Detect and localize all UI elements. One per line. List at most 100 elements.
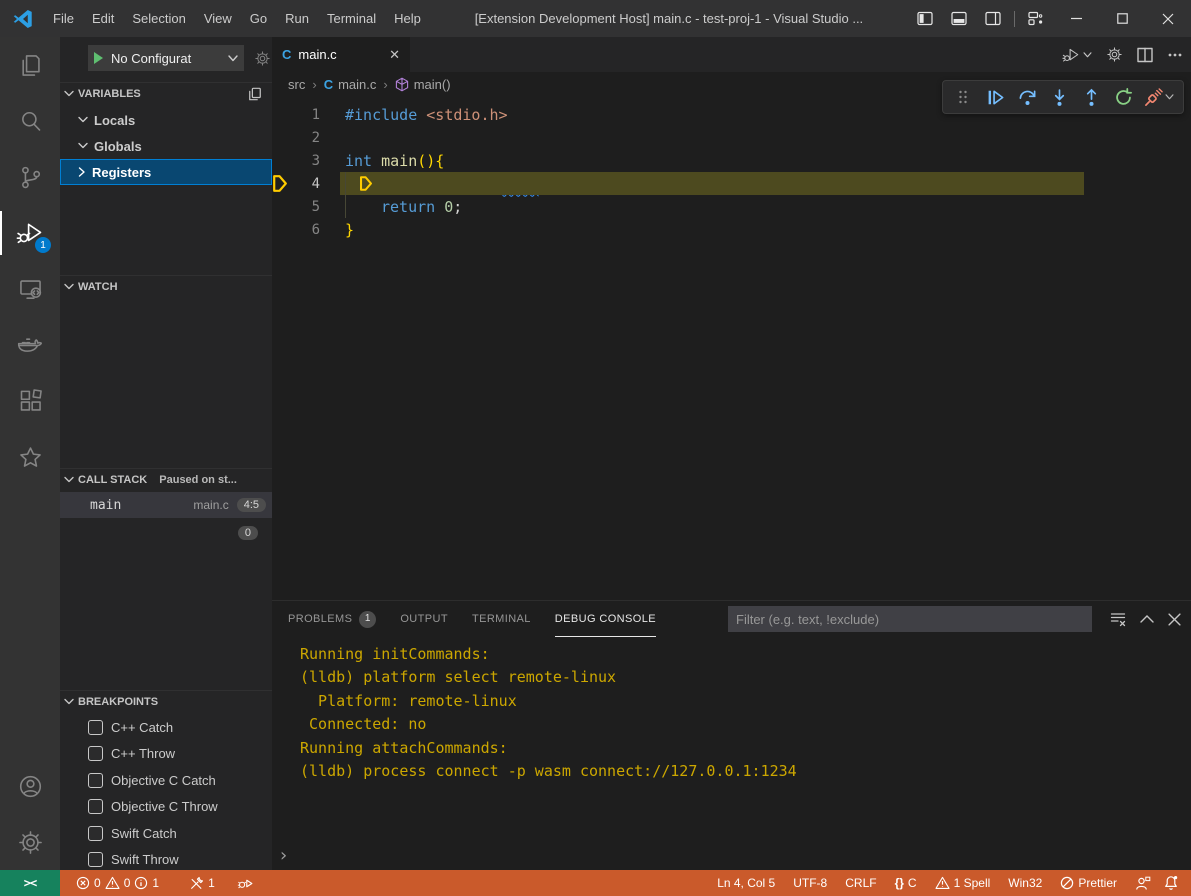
start-debug-icon[interactable] <box>94 52 103 64</box>
language-mode[interactable]: {} C <box>889 870 923 896</box>
close-panel-icon[interactable] <box>1168 613 1181 626</box>
call-stack-frame-row[interactable]: main main.c 4:5 <box>60 492 272 518</box>
tab-debug-console[interactable]: DEBUG CONSOLE <box>555 601 656 637</box>
watch-section-header[interactable]: WATCH <box>60 275 272 297</box>
checkbox[interactable] <box>88 720 103 735</box>
variables-item-globals[interactable]: Globals <box>60 133 272 159</box>
encoding[interactable]: UTF-8 <box>787 870 833 896</box>
docker-icon[interactable] <box>0 317 60 373</box>
launch-config-gear-icon[interactable] <box>254 50 271 67</box>
platform-target[interactable]: Win32 <box>1002 870 1048 896</box>
minimize-button[interactable] <box>1053 0 1099 37</box>
tab-close-icon[interactable]: ✕ <box>389 47 400 63</box>
marketplace-star-icon[interactable] <box>0 429 60 485</box>
breakpoint-row[interactable]: C++ Throw <box>60 740 272 766</box>
remote-indicator[interactable]: >< <box>0 870 60 896</box>
checkbox[interactable] <box>88 799 103 814</box>
ports-status[interactable]: 1 <box>183 870 221 896</box>
tab-main-c[interactable]: C main.c ✕ <box>272 37 410 72</box>
maximize-button[interactable] <box>1099 0 1145 37</box>
remote-explorer-icon[interactable] <box>0 261 60 317</box>
formatter-status[interactable]: Prettier <box>1054 870 1123 896</box>
line-number[interactable]: 5 <box>290 199 320 215</box>
code-line-5[interactable]: 5 return 0; <box>272 195 1191 218</box>
call-stack-thread-row[interactable]: 0 <box>60 520 272 546</box>
breakpoint-row[interactable]: C++ Catch <box>60 714 272 740</box>
notifications-bell-icon[interactable] <box>1157 870 1185 896</box>
breakpoint-row[interactable]: Objective C Throw <box>60 793 272 819</box>
editor-settings-gear-icon[interactable] <box>1106 46 1123 63</box>
toggle-secondary-sidebar-icon[interactable] <box>976 0 1010 37</box>
problems-status[interactable]: 0 0 1 <box>70 870 165 896</box>
run-debug-icon[interactable]: 1 <box>0 205 60 261</box>
debug-config-dropdown[interactable]: No Configurat <box>88 45 244 71</box>
more-actions-icon[interactable] <box>1167 47 1183 63</box>
menu-help[interactable]: Help <box>385 0 430 37</box>
tab-terminal[interactable]: TERMINAL <box>472 601 531 637</box>
checkbox[interactable] <box>88 773 103 788</box>
checkbox[interactable] <box>88 852 103 867</box>
search-icon[interactable] <box>0 93 60 149</box>
glyph-margin[interactable] <box>272 149 290 172</box>
code-line-6[interactable]: 6 } <box>272 218 1191 241</box>
code-line-2[interactable]: 2 <box>272 126 1191 149</box>
glyph-margin[interactable] <box>272 172 290 195</box>
menu-selection[interactable]: Selection <box>123 0 194 37</box>
toggle-panel-icon[interactable] <box>942 0 976 37</box>
glyph-margin[interactable] <box>272 126 290 149</box>
breakpoint-row[interactable]: Objective C Catch <box>60 767 272 793</box>
copy-icon[interactable] <box>248 87 262 101</box>
maximize-panel-icon[interactable] <box>1140 614 1154 624</box>
clear-console-icon[interactable] <box>1110 611 1126 627</box>
code-line-4-current[interactable]: 4 printf("hello wamr-ide\n"); <box>272 172 1191 195</box>
code-line-1[interactable]: 1 #include <stdio.h> <box>272 103 1191 126</box>
feedback-person-icon[interactable] <box>1129 870 1157 896</box>
breadcrumb-src[interactable]: src <box>288 77 305 92</box>
line-number[interactable]: 2 <box>290 130 320 146</box>
console-filter-input[interactable] <box>728 606 1092 632</box>
run-or-debug-button[interactable] <box>1062 46 1092 64</box>
menu-run[interactable]: Run <box>276 0 318 37</box>
eol-sequence[interactable]: CRLF <box>839 870 882 896</box>
line-number[interactable]: 3 <box>290 153 320 169</box>
explorer-icon[interactable] <box>0 37 60 93</box>
checkbox[interactable] <box>88 746 103 761</box>
breakpoint-row[interactable]: Swift Catch <box>60 820 272 846</box>
glyph-margin[interactable] <box>272 218 290 241</box>
settings-gear-icon[interactable] <box>0 814 60 870</box>
cursor-position[interactable]: Ln 4, Col 5 <box>711 870 781 896</box>
line-number[interactable]: 4 <box>290 176 320 192</box>
code-line-3[interactable]: 3 int main(){ <box>272 149 1191 172</box>
menu-edit[interactable]: Edit <box>83 0 123 37</box>
debug-status[interactable] <box>231 870 260 896</box>
breadcrumb-file[interactable]: C main.c <box>324 77 377 92</box>
menu-go[interactable]: Go <box>241 0 276 37</box>
glyph-margin[interactable] <box>272 195 290 218</box>
variables-item-locals[interactable]: Locals <box>60 107 272 133</box>
menu-view[interactable]: View <box>195 0 241 37</box>
checkbox[interactable] <box>88 826 103 841</box>
call-stack-section-header[interactable]: CALL STACK Paused on st... <box>60 468 272 490</box>
code-editor[interactable]: 1 #include <stdio.h> 2 3 int main(){ <box>272 96 1191 600</box>
breakpoint-row[interactable]: Swift Throw <box>60 846 272 870</box>
menu-terminal[interactable]: Terminal <box>318 0 385 37</box>
variables-section-header[interactable]: VARIABLES <box>60 82 272 104</box>
line-number[interactable]: 1 <box>290 107 320 123</box>
split-editor-icon[interactable] <box>1137 47 1153 63</box>
tab-output[interactable]: OUTPUT <box>400 601 448 637</box>
accounts-icon[interactable] <box>0 758 60 814</box>
breadcrumb-symbol[interactable]: main() <box>395 77 451 92</box>
close-button[interactable] <box>1145 0 1191 37</box>
spell-checker-status[interactable]: 1 Spell <box>929 870 997 896</box>
extensions-icon[interactable] <box>0 373 60 429</box>
toggle-primary-sidebar-icon[interactable] <box>908 0 942 37</box>
tab-problems[interactable]: PROBLEMS 1 <box>288 601 376 637</box>
breakpoints-section-header[interactable]: BREAKPOINTS <box>60 690 272 712</box>
menu-file[interactable]: File <box>44 0 83 37</box>
line-number[interactable]: 6 <box>290 222 320 238</box>
glyph-margin[interactable] <box>272 103 290 126</box>
variables-item-registers[interactable]: Registers <box>60 159 272 185</box>
customize-layout-icon[interactable] <box>1019 0 1053 37</box>
repl-prompt-chevron[interactable]: › <box>278 845 289 866</box>
source-control-icon[interactable] <box>0 149 60 205</box>
